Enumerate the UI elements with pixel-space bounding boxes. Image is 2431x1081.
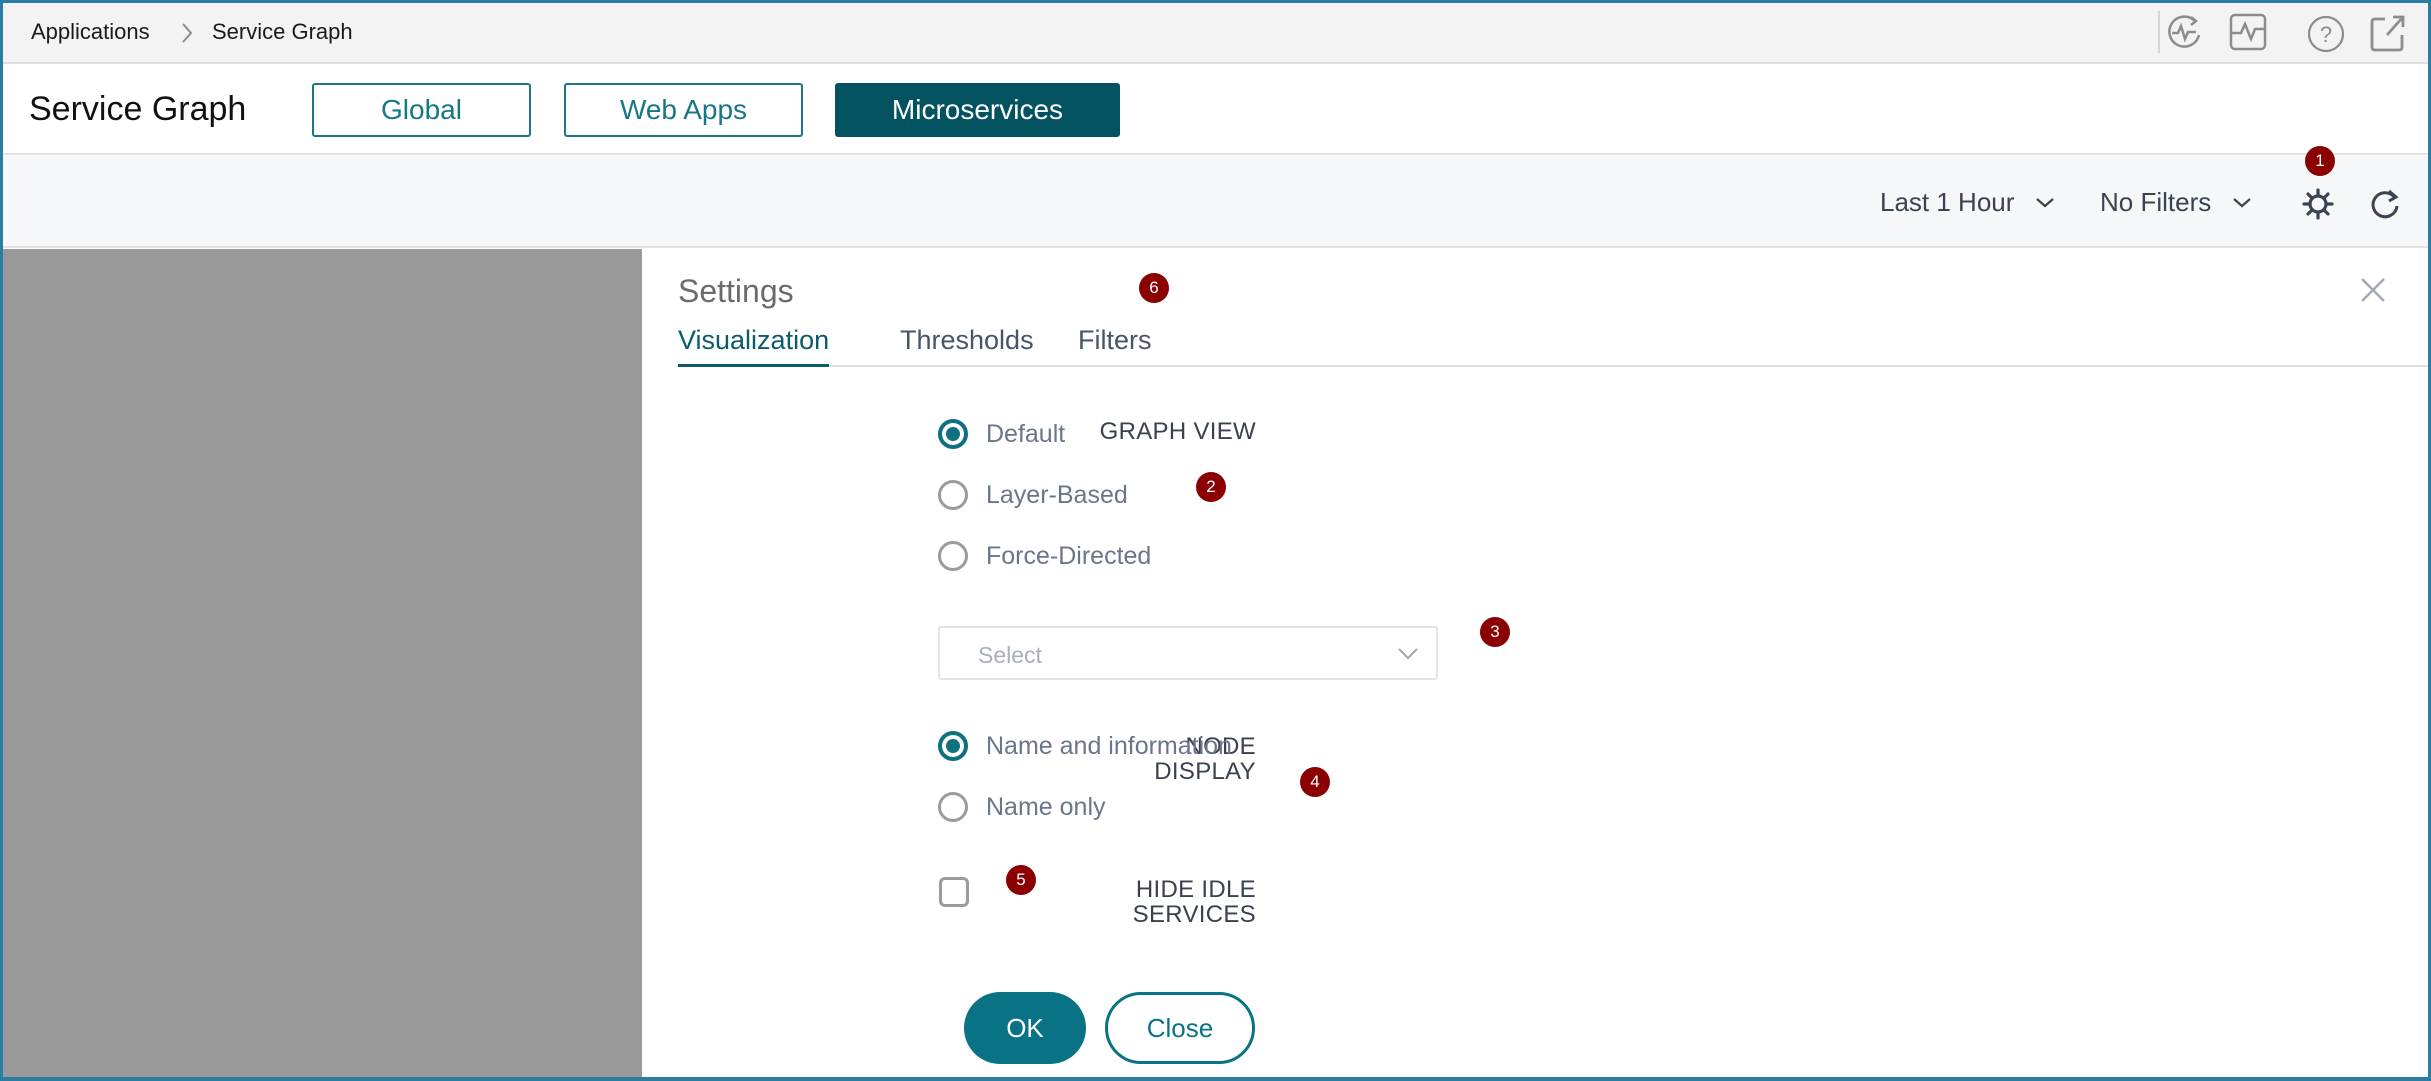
radio-name-only[interactable]: Name only (938, 792, 1106, 822)
group-by-placeholder: Select (978, 642, 1042, 668)
radio-button-checked[interactable] (938, 419, 968, 449)
filters-dropdown[interactable]: No Filters (2100, 187, 2253, 218)
hide-idle-label: HIDE IDLE SERVICES (1133, 877, 1256, 927)
settings-tabs: Visualization Thresholds Filters (678, 325, 2428, 367)
settings-title: Settings (678, 273, 794, 309)
page-title: Service Graph (29, 90, 247, 128)
svg-text:?: ? (2320, 22, 2332, 47)
annotation-marker-5: 5 (1006, 865, 1036, 895)
toolbar: Last 1 Hour No Filters (3, 156, 2428, 248)
radio-button[interactable] (938, 792, 968, 822)
group-by-select[interactable]: Select (938, 626, 1438, 680)
time-range-dropdown[interactable]: Last 1 Hour (1880, 187, 2056, 218)
monitor-icon[interactable] (2227, 11, 2269, 53)
radio-button[interactable] (938, 541, 968, 571)
page-header: Service Graph Global Web Apps Microservi… (3, 64, 2428, 155)
radio-label: Default (986, 419, 1066, 448)
close-icon[interactable] (2356, 273, 2390, 307)
help-icon[interactable]: ? (2305, 11, 2347, 53)
breadcrumb-service-graph: Service Graph (212, 19, 353, 44)
segment-microservices-button[interactable]: Microservices (835, 83, 1120, 137)
refresh-icon[interactable] (2367, 186, 2403, 222)
radio-label: Layer-Based (986, 480, 1128, 509)
hide-idle-label-line1: HIDE IDLE (1135, 876, 1256, 903)
breadcrumb-chevron-icon (182, 23, 193, 43)
chevron-down-icon (1398, 648, 1418, 660)
time-range-value: Last 1 Hour (1880, 187, 2015, 217)
radio-button[interactable] (938, 480, 968, 510)
annotation-marker-2: 2 (1196, 472, 1226, 502)
radio-default[interactable]: Default (938, 419, 1065, 449)
segment-web-apps-button[interactable]: Web Apps (564, 83, 803, 137)
annotation-marker-6: 6 (1139, 273, 1169, 303)
radio-label: Name only (986, 792, 1106, 821)
breadcrumb-applications[interactable]: Applications (31, 19, 150, 45)
segment-global-button[interactable]: Global (312, 83, 531, 137)
graph-overlay (3, 249, 642, 1077)
chevron-down-icon (2233, 197, 2251, 207)
tab-filters[interactable]: Filters (1078, 325, 1152, 364)
graph-view-label: GRAPH VIEW (1099, 418, 1256, 445)
top-divider (2158, 11, 2160, 53)
close-button[interactable]: Close (1105, 992, 1255, 1064)
hide-idle-label-line2: SERVICES (1132, 901, 1256, 928)
filters-value: No Filters (2100, 187, 2212, 217)
chevron-down-icon (2036, 197, 2055, 207)
radio-button-checked[interactable] (938, 731, 968, 761)
ok-button[interactable]: OK (964, 992, 1086, 1064)
annotation-marker-1: 1 (2305, 146, 2335, 176)
top-bar: Applications Service Graph ? (3, 3, 2428, 64)
app-health-icon[interactable] (2163, 11, 2205, 53)
settings-panel: Settings 6 Visualization Thresholds Filt… (642, 249, 2428, 1077)
annotation-marker-3: 3 (1480, 617, 1510, 647)
external-link-icon[interactable] (2367, 11, 2409, 53)
radio-force-directed[interactable]: Force-Directed (938, 541, 1151, 571)
hide-idle-services-checkbox[interactable] (939, 877, 969, 907)
annotation-marker-4: 4 (1300, 767, 1330, 797)
radio-name-and-information[interactable]: Name and information (938, 731, 1232, 761)
tab-thresholds[interactable]: Thresholds (900, 325, 1034, 364)
radio-layer-based[interactable]: Layer-Based (938, 480, 1128, 510)
tab-visualization[interactable]: Visualization (678, 325, 830, 367)
settings-gear-icon[interactable] (2300, 186, 2336, 222)
radio-label: Name and information (986, 731, 1232, 760)
radio-label: Force-Directed (986, 541, 1152, 570)
node-display-label-line2: DISPLAY (1154, 758, 1256, 785)
